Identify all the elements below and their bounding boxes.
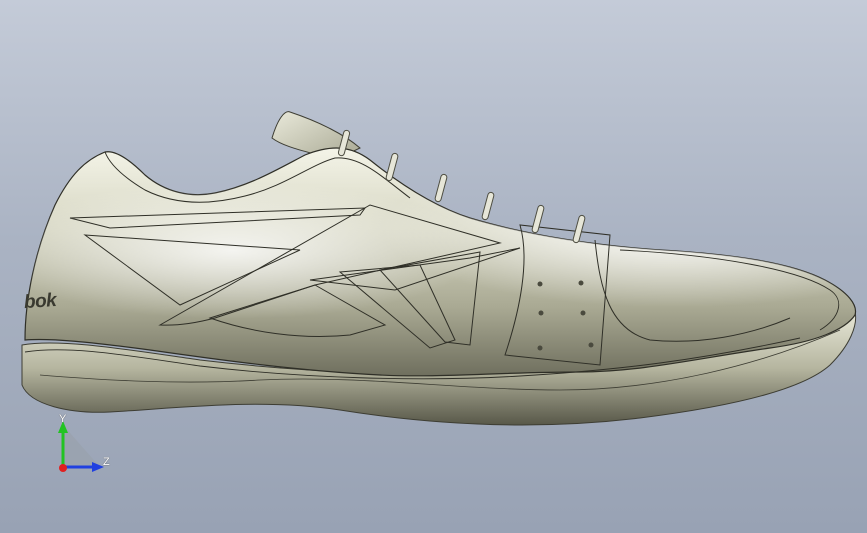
graphics-viewport[interactable]: bok Y Z — [0, 0, 867, 533]
y-axis-label: Y — [59, 413, 67, 425]
shoe-model[interactable] — [0, 0, 867, 533]
triad-xz-plane — [63, 425, 100, 467]
x-axis-origin — [59, 464, 67, 472]
z-axis-label: Z — [103, 456, 110, 468]
brand-logo-text: bok — [23, 289, 57, 314]
